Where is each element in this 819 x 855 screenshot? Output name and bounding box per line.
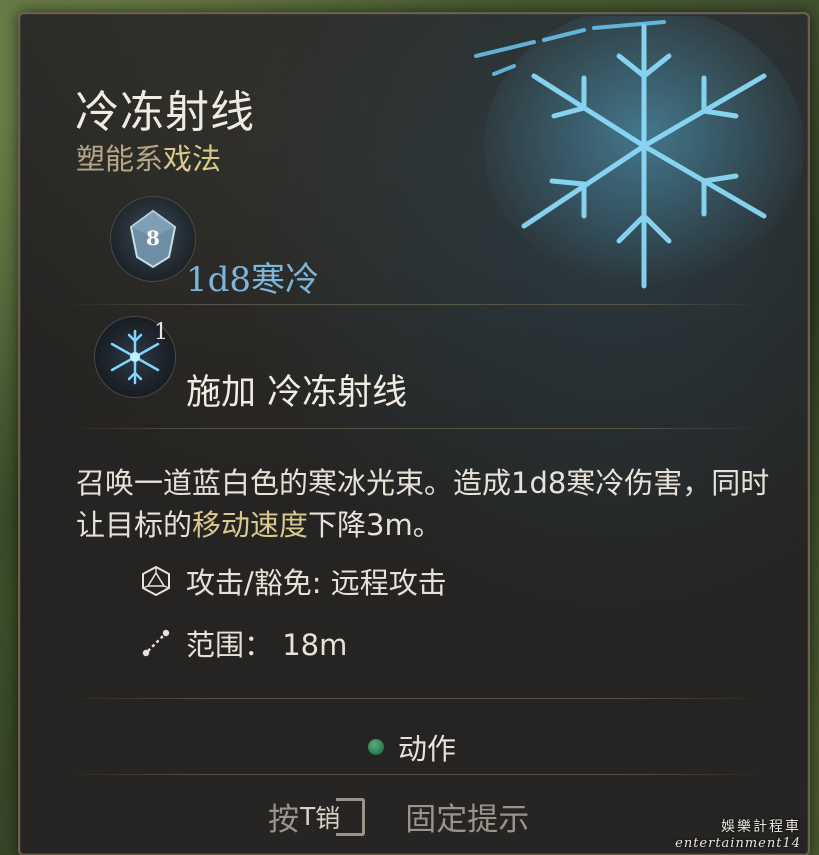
d20-icon	[142, 565, 170, 597]
action-dot-icon	[368, 739, 384, 755]
hint-action: 固定提示	[405, 802, 530, 838]
spell-description: 召唤一道蓝白色的寒冰光束。造成1d8寒冷伤害，同时让目标的移动速度下降3m。	[76, 462, 776, 546]
spell-tooltip: 冷冻射线 塑能系戏法 8 1d8寒冷 1 施加 冷冻射线 召唤一道蓝白色的寒冰光…	[18, 12, 810, 855]
hint-prefix: 按	[268, 802, 299, 838]
attack-save-property: 攻击/豁免: 远程攻击	[140, 560, 447, 602]
damage-value: 1d8寒冷	[186, 260, 320, 300]
watermark-en: entertainment14	[675, 836, 801, 851]
hint-key: T	[300, 802, 316, 831]
range-label: 范围： 18m	[186, 628, 348, 662]
key-frame-icon	[336, 797, 366, 836]
spell-subtitle: 塑能系戏法	[76, 136, 221, 178]
snowflake-illustration	[474, 16, 804, 289]
description-highlight: 移动速度	[192, 508, 309, 542]
range-property: 范围： 18m	[140, 622, 347, 664]
divider	[62, 304, 766, 305]
action-type-label: 动作	[398, 732, 457, 766]
spell-title: 冷冻射线	[75, 87, 255, 138]
watermark: 娛樂計程車 entertainment14	[675, 816, 801, 851]
description-text: 下降3m。	[308, 508, 442, 542]
divider	[62, 698, 766, 699]
range-icon	[142, 629, 170, 657]
attack-save-label: 攻击/豁免: 远程攻击	[186, 566, 447, 600]
divider	[62, 774, 766, 775]
dice-face-number: 8	[146, 226, 160, 250]
spell-school: 塑能系	[76, 142, 164, 176]
spell-kind: 戏法	[163, 142, 222, 176]
d8-dice-icon: 8	[110, 196, 196, 282]
action-type: 动作	[368, 726, 456, 768]
watermark-cn: 娛樂計程車	[721, 819, 801, 835]
spell-slot-count: 1	[154, 320, 168, 345]
divider	[62, 428, 766, 429]
pin-tooltip-hint[interactable]: 按 T 销 固定提示	[268, 794, 529, 839]
cast-action-label: 施加 冷冻射线	[186, 373, 408, 413]
